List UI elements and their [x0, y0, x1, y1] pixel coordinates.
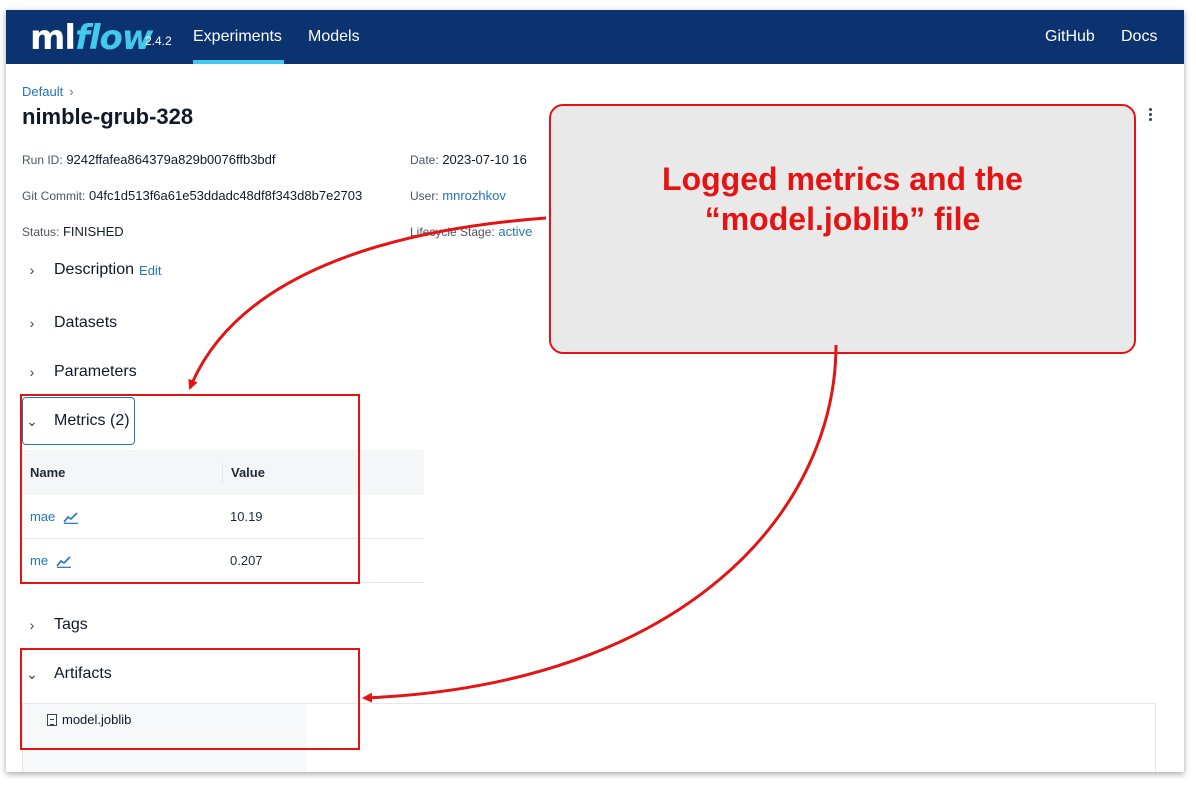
app-window: mlflow 2.4.2 Experiments Models GitHub D…	[6, 10, 1184, 772]
arrow-to-metrics	[188, 216, 547, 390]
annotation-arrows	[188, 216, 838, 703]
arrow-to-artifacts	[362, 344, 838, 703]
